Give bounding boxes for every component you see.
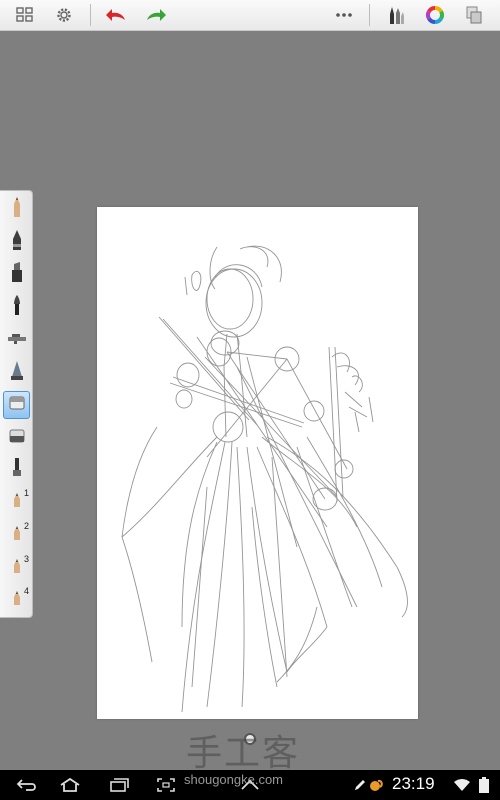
pencil-icon xyxy=(10,196,24,222)
squirrel-notification-icon xyxy=(362,775,390,795)
tool-custom-brush-1[interactable]: 1 xyxy=(3,488,30,516)
tool-custom-brush-4[interactable]: 4 xyxy=(3,586,30,614)
tool-paintbrush[interactable] xyxy=(3,293,30,321)
custom-brush-icon xyxy=(11,558,23,578)
sketch-strokes xyxy=(121,245,408,713)
tool-airbrush[interactable] xyxy=(3,325,30,353)
undo-icon[interactable] xyxy=(103,3,129,27)
tool-number: 3 xyxy=(24,553,30,564)
tool-ballpoint-pen[interactable] xyxy=(3,228,30,256)
tool-number: 4 xyxy=(24,586,30,597)
toolbar-divider xyxy=(90,4,91,26)
marker-icon xyxy=(9,261,25,287)
redo-icon[interactable] xyxy=(143,3,169,27)
tool-soft-eraser[interactable] xyxy=(3,423,30,451)
soft-eraser-icon xyxy=(9,428,25,447)
screenshot-icon[interactable] xyxy=(152,775,180,795)
more-icon[interactable] xyxy=(331,3,357,27)
airbrush-icon xyxy=(6,330,28,349)
gear-icon[interactable] xyxy=(51,3,77,27)
home-icon[interactable] xyxy=(56,775,84,795)
canvas-area[interactable] xyxy=(0,31,500,771)
flat-brush-icon xyxy=(11,457,23,483)
tool-smudge[interactable] xyxy=(3,358,30,386)
smudge-icon xyxy=(9,359,25,385)
custom-brush-icon xyxy=(11,525,23,545)
watermark-logo: 手工客 xyxy=(186,733,301,774)
ballpoint-pen-icon xyxy=(10,229,24,255)
tool-eraser[interactable] xyxy=(3,390,30,419)
custom-brush-icon xyxy=(11,590,23,610)
tool-flat-brush[interactable] xyxy=(3,456,30,484)
top-toolbar xyxy=(0,0,500,31)
back-icon[interactable] xyxy=(13,775,41,795)
tool-number: 1 xyxy=(24,488,30,499)
watermark-url: shougongke.com xyxy=(184,772,284,787)
toolbar-divider xyxy=(369,4,370,26)
tool-pencil[interactable] xyxy=(3,195,30,223)
brush-palette: 1 2 3 4 xyxy=(0,190,33,618)
paintbrush-icon xyxy=(11,294,23,320)
battery-icon xyxy=(470,775,498,795)
clock: 23:19 xyxy=(392,774,435,793)
eraser-icon xyxy=(9,395,25,414)
tool-marker[interactable] xyxy=(3,260,30,288)
layers-icon[interactable] xyxy=(461,3,487,27)
color-wheel-icon[interactable] xyxy=(422,3,448,27)
tool-custom-brush-3[interactable]: 3 xyxy=(3,554,30,582)
drawing-canvas[interactable] xyxy=(97,207,418,719)
grid-icon[interactable] xyxy=(12,3,38,27)
custom-brush-icon xyxy=(11,492,23,512)
tool-number: 2 xyxy=(24,521,30,531)
tool-custom-brush-2[interactable]: 2 xyxy=(3,521,30,549)
brush-library-icon[interactable] xyxy=(382,3,408,27)
recent-apps-icon[interactable] xyxy=(105,775,133,795)
